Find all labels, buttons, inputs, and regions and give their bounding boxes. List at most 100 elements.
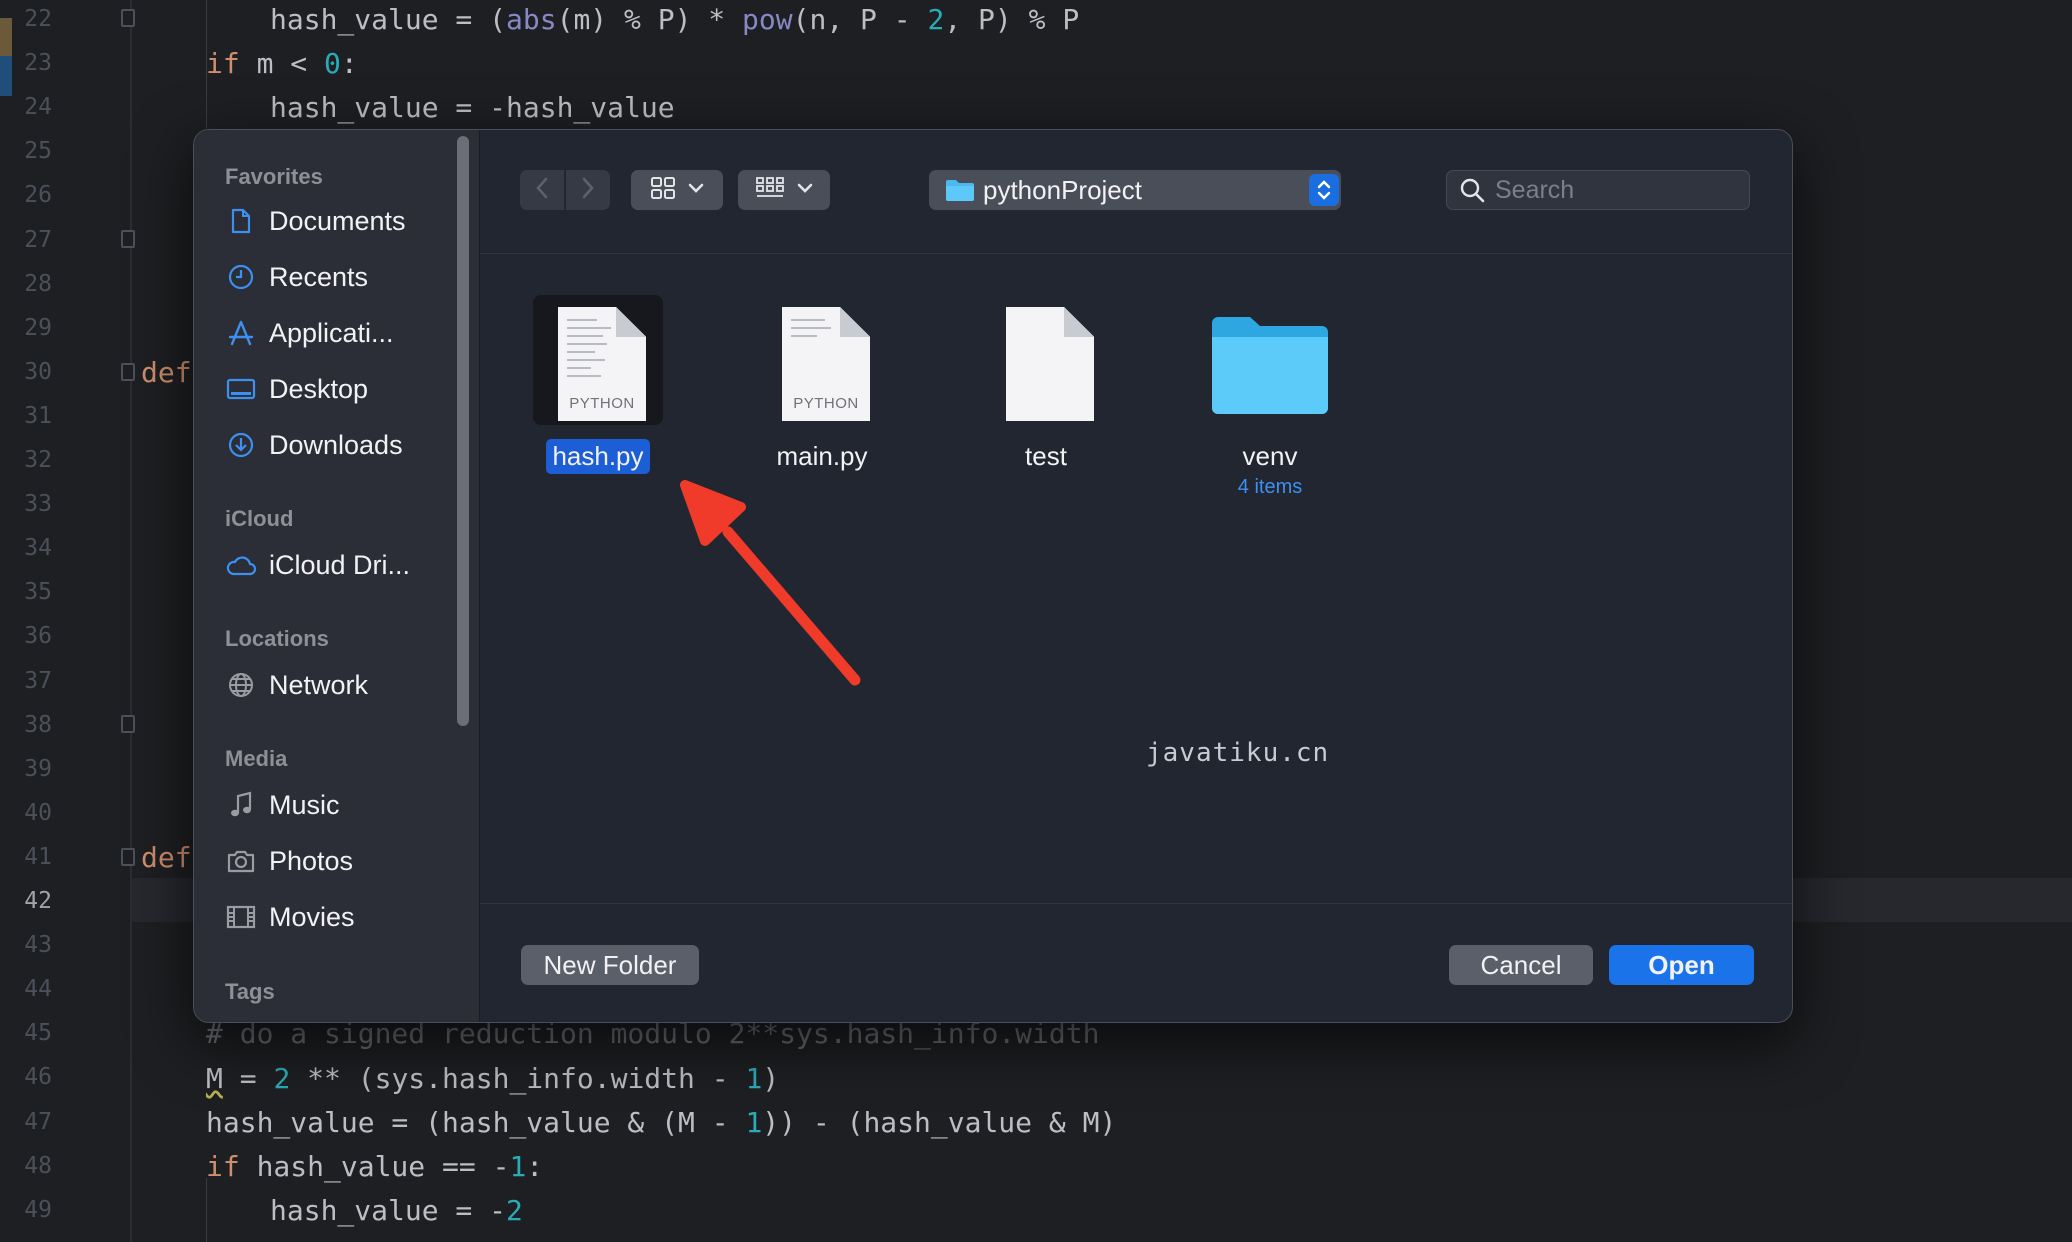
sidebar-item-label: Recents [269,261,369,292]
line-number: 40 [24,799,52,826]
line-number: 30 [24,358,52,385]
code-line-46[interactable]: M = 2 ** (sys.hash_info.width - 1) [206,1062,779,1095]
sidebar-item-music[interactable]: Music [225,785,340,825]
cloud-icon [225,549,257,581]
blank-document-icon [981,295,1111,425]
location-label: pythonProject [983,174,1142,205]
music-note-icon [225,789,257,821]
line-number: 49 [24,1196,52,1223]
sidebar-item-icloud-drive[interactable]: iCloud Dri... [225,545,410,585]
footer-divider [480,903,1792,904]
line-number: 36 [24,623,52,650]
line-number: 32 [24,447,52,473]
sidebar-item-downloads[interactable]: Downloads [225,425,403,465]
line-number: 41 [24,843,52,870]
file-name: test [1025,441,1067,471]
forward-button[interactable] [566,170,610,210]
up-down-chevron-icon [1309,174,1339,206]
back-button[interactable] [520,170,564,210]
code-line-23[interactable]: if m < 0: [206,47,358,80]
film-icon [225,901,257,933]
chevron-left-icon [535,176,549,205]
sidebar: Favorites Documents Recents Applicati...… [194,130,480,1022]
sidebar-item-desktop[interactable]: Desktop [225,369,368,409]
new-folder-button[interactable]: New Folder [521,945,699,985]
applications-icon [225,317,257,349]
fold-icon[interactable] [121,230,135,248]
line-number: 46 [24,1064,52,1091]
code-line-30[interactable]: def [141,356,192,389]
line-number: 33 [24,491,52,518]
document-icon [225,205,257,237]
code-line-49[interactable]: hash_value = -2 [270,1194,523,1227]
file-item-hash-py[interactable]: PYTHON hash.py [503,295,693,474]
line-number: 28 [24,270,52,297]
sidebar-item-label: Downloads [269,429,403,460]
sidebar-scrollbar[interactable] [457,136,469,726]
line-number: 39 [24,755,52,782]
line-number: 42 [24,888,52,914]
line-number: 31 [24,402,52,429]
code-line-48[interactable]: if hash_value == -1: [206,1150,543,1183]
toolbar-divider [480,253,1792,254]
file-name: main.py [776,441,868,471]
folder-icon [1205,295,1335,425]
python-file-icon: PYTHON [757,295,887,425]
cancel-button[interactable]: Cancel [1449,945,1593,985]
line-number: 47 [24,1108,52,1135]
line-number: 29 [24,314,52,341]
sidebar-item-label: Photos [269,845,354,876]
search-input[interactable] [1493,174,1737,206]
file-item-test[interactable]: test [951,295,1141,474]
sidebar-item-label: Movies [269,901,355,932]
watermark-text: javatiku.cn [1146,738,1330,768]
line-number: 45 [24,1020,52,1047]
line-number: 23 [24,50,52,77]
location-popup[interactable]: pythonProject [929,170,1341,210]
icloud-heading: iCloud [225,506,294,531]
locations-heading: Locations [225,626,329,651]
sidebar-item-label: Music [269,789,340,820]
code-line-22[interactable]: hash_value = (abs(m) % P) * pow(n, P - 2… [270,3,1079,36]
file-item-venv[interactable]: venv 4 items [1175,295,1365,499]
fold-icon[interactable] [121,9,135,27]
search-field[interactable] [1446,170,1750,210]
sidebar-item-movies[interactable]: Movies [225,897,355,937]
sidebar-item-documents[interactable]: Documents [225,201,406,241]
python-file-icon: PYTHON [533,295,663,425]
code-line-41[interactable]: def [141,841,192,874]
sidebar-item-photos[interactable]: Photos [225,841,353,881]
line-number: 37 [24,667,52,694]
fold-icon[interactable] [121,848,135,866]
chevron-right-icon [581,176,595,205]
code-line-47[interactable]: hash_value = (hash_value & (M - 1)) - (h… [206,1106,1116,1139]
chevron-down-icon [797,181,813,199]
sidebar-item-applications[interactable]: Applicati... [225,313,394,353]
line-number: 38 [24,711,52,738]
sidebar-item-label: iCloud Dri... [269,549,411,580]
tags-heading: Tags [225,979,275,1004]
grid-view-icon [755,176,785,205]
fold-icon[interactable] [121,363,135,381]
file-item-main-py[interactable]: PYTHON main.py [727,295,917,474]
sidebar-item-network[interactable]: Network [225,665,368,705]
sidebar-item-label: Documents [269,205,406,236]
download-icon [225,429,257,461]
line-number: 48 [24,1152,52,1179]
group-by-button[interactable] [738,170,830,210]
line-number: 25 [24,138,52,165]
fold-icon[interactable] [121,715,135,733]
file-name: venv [1242,441,1298,471]
line-number: 43 [24,932,52,959]
sidebar-item-recents[interactable]: Recents [225,257,368,297]
desktop-icon [225,373,257,405]
view-mode-button[interactable] [631,170,723,210]
indent-guide [206,1178,207,1242]
line-number: 35 [24,579,52,606]
fold-gutter-line [130,0,132,1242]
favorites-heading: Favorites [225,164,323,189]
open-button[interactable]: Open [1609,945,1754,985]
code-line-24[interactable]: hash_value = -hash_value [270,91,675,124]
line-number: 44 [24,976,52,1003]
line-number: 27 [24,226,52,253]
